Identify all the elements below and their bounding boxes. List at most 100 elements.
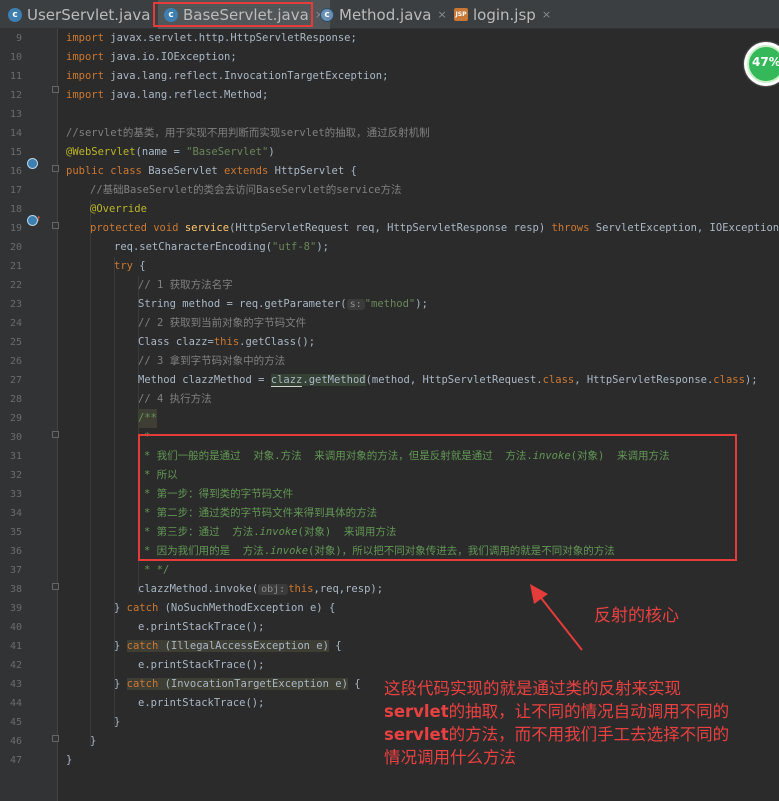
code-line: // 1 获取方法名字 xyxy=(138,279,233,291)
code-line: Method clazzMethod = clazz.getMethod(met… xyxy=(138,374,758,387)
tab-baseservlet[interactable]: c BaseServlet.java × xyxy=(158,0,331,29)
indent-guide xyxy=(90,200,91,746)
line-number: 15 xyxy=(9,147,22,158)
method-class-icon: c xyxy=(320,7,334,22)
code-line: try { xyxy=(114,260,146,272)
line-number: 30 xyxy=(9,432,22,443)
line-number: 23 xyxy=(9,299,22,310)
line-number: 38 xyxy=(9,584,22,595)
code-line: import java.io.IOException; xyxy=(66,51,237,63)
code-line: // 2 获取到当前对象的字节码文件 xyxy=(138,317,307,329)
line-number: 40 xyxy=(9,622,22,633)
line-number: 20 xyxy=(9,242,22,253)
code-line: //servlet的基类，用于实现不用判断而实现servlet的抽取，通过反射机… xyxy=(66,127,430,139)
note-line: servlet的抽取，让不同的情况自动调用不同的 xyxy=(384,702,730,721)
line-number: 43 xyxy=(9,679,22,690)
line-number: 9 xyxy=(15,33,22,44)
param-hint: s: xyxy=(346,299,365,310)
class-c-icon: c xyxy=(8,7,22,22)
tab-userservlet[interactable]: c UserServlet.java × xyxy=(8,0,166,29)
note-line: 情况调用什么方法 xyxy=(384,748,516,767)
code-line: @Override xyxy=(90,203,147,215)
tab-label: UserServlet.java xyxy=(27,5,151,24)
line-number: 44 xyxy=(9,698,22,709)
line-number: 28 xyxy=(9,394,22,405)
jsp-file-icon: JSP xyxy=(454,8,468,21)
line-number: 10 xyxy=(9,52,22,63)
annotation-label: 反射的核心 xyxy=(594,606,679,626)
line-number: 37 xyxy=(9,565,22,576)
line-number: 42 xyxy=(9,660,22,671)
code-line: } catch (InvocationTargetException e) { xyxy=(114,678,361,690)
fold-toggle-icon[interactable] xyxy=(52,222,59,229)
fold-toggle-icon[interactable] xyxy=(52,86,59,93)
tab-label: Method.java xyxy=(339,5,432,24)
code-line: e.printStackTrace(); xyxy=(138,697,265,709)
progress-label: 47% xyxy=(752,55,779,69)
line-number: 16 xyxy=(9,166,22,177)
code-line: } catch (IllegalAccessException e) { xyxy=(114,640,342,652)
up-arrow-icon: ↑ xyxy=(36,214,42,224)
line-number: 41 xyxy=(9,641,22,652)
line-number: 26 xyxy=(9,356,22,367)
servlet-class-icon[interactable] xyxy=(27,158,38,169)
line-number: 11 xyxy=(9,71,22,82)
tab-method[interactable]: c Method.java × xyxy=(320,0,447,29)
code-line: } xyxy=(66,754,73,766)
note-line: servlet的方法，而不用我们手工去选择不同的 xyxy=(384,725,730,744)
code-line: // 4 执行方法 xyxy=(138,393,212,405)
line-number-gutter: 9 10 11 12 13 14 15 16 17 18 19 20 21 22… xyxy=(0,29,59,801)
code-line: e.printStackTrace(); xyxy=(138,621,265,633)
code-line: clazzMethod.invoke(obj: this,req,resp); xyxy=(138,583,384,595)
line-number: 17 xyxy=(9,185,22,196)
code-line: Class clazz=this.getClass(); xyxy=(138,336,316,348)
code-line: req.setCharacterEncoding("utf-8"); xyxy=(114,241,329,253)
code-line: //基础BaseServlet的类会去访问BaseServlet的service… xyxy=(90,184,402,196)
fold-toggle-icon[interactable] xyxy=(52,431,59,438)
code-line: } catch (NoSuchMethodException e) { xyxy=(114,602,336,614)
line-number: 18 xyxy=(9,204,22,215)
line-number: 45 xyxy=(9,717,22,728)
line-number: 31 xyxy=(9,451,22,462)
highlight-box xyxy=(138,434,737,561)
code-line: /** xyxy=(138,409,157,428)
code-line: String method = req.getParameter(s: "meth… xyxy=(138,298,428,310)
line-number: 24 xyxy=(9,318,22,329)
tab-label: login.jsp xyxy=(473,5,536,24)
line-number: 27 xyxy=(9,375,22,386)
fold-toggle-icon[interactable] xyxy=(52,735,59,742)
tab-label: BaseServlet.java xyxy=(183,5,309,24)
editor-tab-bar: c UserServlet.java × c BaseServlet.java … xyxy=(0,0,779,29)
line-number: 47 xyxy=(9,755,22,766)
close-icon[interactable]: × xyxy=(437,8,446,21)
code-line: } xyxy=(90,735,97,747)
close-icon[interactable]: × xyxy=(542,8,551,21)
line-number: 14 xyxy=(9,128,22,139)
fold-toggle-icon[interactable] xyxy=(52,583,59,590)
line-number: 32 xyxy=(9,470,22,481)
code-line: import javax.servlet.http.HttpServletRes… xyxy=(66,32,357,44)
fold-toggle-icon[interactable] xyxy=(52,165,59,172)
tab-login-jsp[interactable]: JSP login.jsp × xyxy=(454,0,551,29)
code-line: } xyxy=(114,716,121,728)
class-c-icon: c xyxy=(164,7,178,22)
line-number: 34 xyxy=(9,508,22,519)
note-line: 这段代码实现的就是通过类的反射来实现 xyxy=(384,679,681,698)
code-line: e.printStackTrace(); xyxy=(138,659,265,671)
code-line: import java.lang.reflect.Method; xyxy=(66,89,269,101)
param-hint: obj: xyxy=(258,584,289,595)
line-number: 39 xyxy=(9,603,22,614)
line-number: 25 xyxy=(9,337,22,348)
indent-guide xyxy=(114,257,115,727)
code-line: // 3 拿到字节码对象中的方法 xyxy=(138,355,286,367)
code-line: protected void service(HttpServletReques… xyxy=(90,222,779,234)
code-line: public class BaseServlet extends HttpSer… xyxy=(66,165,357,177)
annotation-arrow-icon xyxy=(530,584,583,651)
line-number: 33 xyxy=(9,489,22,500)
line-number: 46 xyxy=(9,736,22,747)
line-number: 22 xyxy=(9,280,22,291)
line-number: 29 xyxy=(9,413,22,424)
code-line: @WebServlet(name = "BaseServlet") xyxy=(66,146,275,158)
code-line: import java.lang.reflect.InvocationTarge… xyxy=(66,70,389,82)
line-number: 35 xyxy=(9,527,22,538)
